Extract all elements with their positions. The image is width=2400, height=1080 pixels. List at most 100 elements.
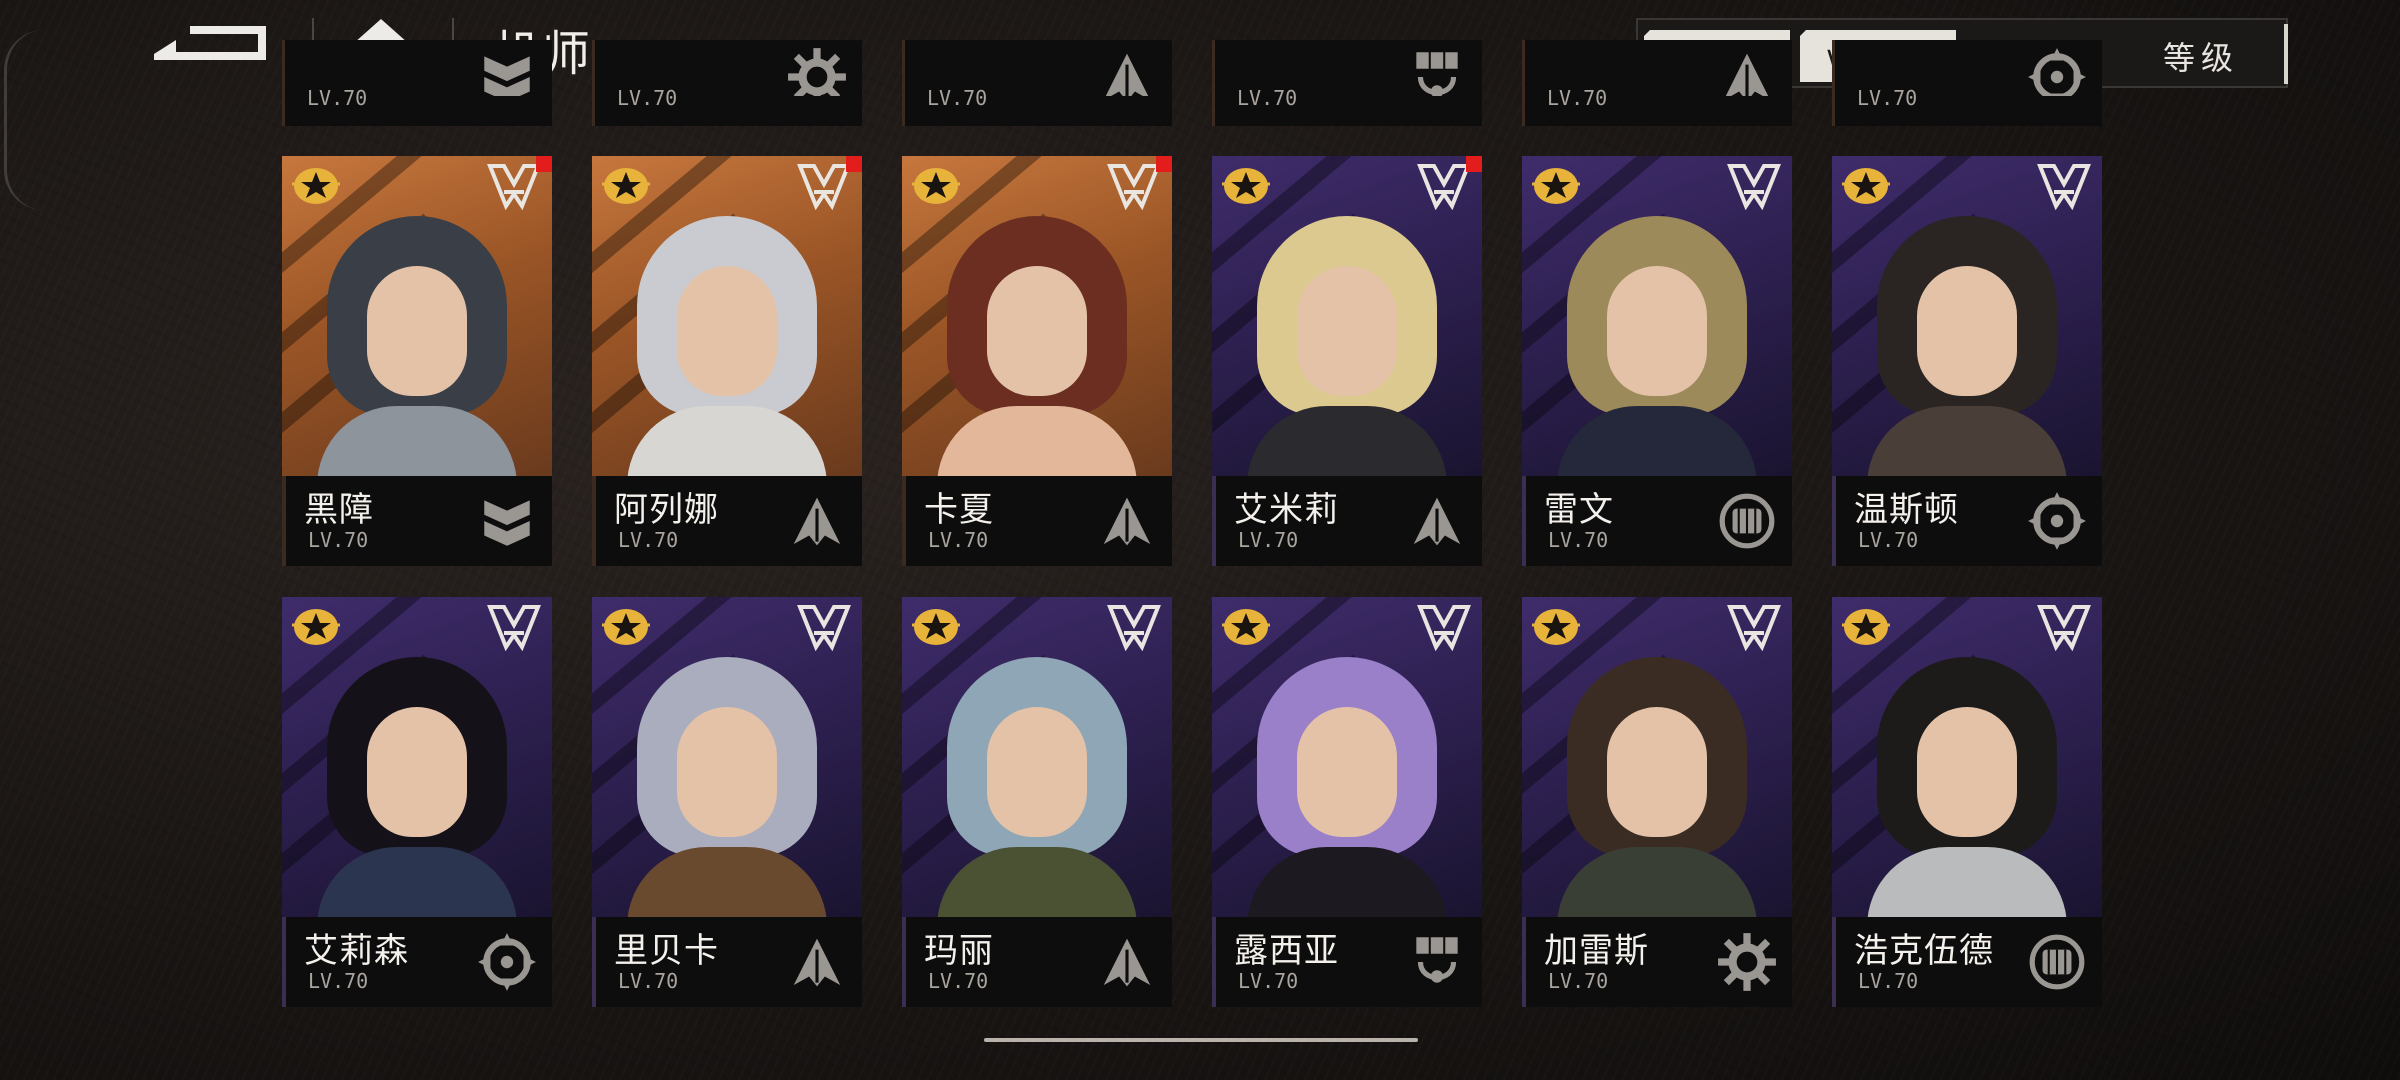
pilot-card-partial[interactable]: LV.70 bbox=[592, 40, 862, 126]
pilot-level: LV.70 bbox=[307, 86, 368, 110]
pilot-card[interactable]: 露西亚 LV.70 bbox=[1212, 597, 1482, 1007]
pilot-portrait bbox=[902, 597, 1172, 937]
pilot-portrait bbox=[1522, 597, 1792, 937]
rarity-icon bbox=[796, 162, 852, 210]
new-marker bbox=[1156, 156, 1172, 172]
pilot-name: 里贝卡 bbox=[614, 931, 719, 971]
figure-face bbox=[1917, 707, 2017, 837]
card-nameplate: LV.70 bbox=[1832, 40, 2102, 126]
wrench-icon bbox=[1716, 931, 1778, 993]
pilot-card-partial[interactable]: LV.70 bbox=[1522, 40, 1792, 126]
pilot-card[interactable]: 卡夏 LV.70 bbox=[902, 156, 1172, 566]
pilot-level: LV.70 bbox=[1548, 969, 1609, 993]
card-nameplate: 阿列娜 LV.70 bbox=[592, 476, 862, 566]
card-nameplate: 雷文 LV.70 bbox=[1522, 476, 1792, 566]
card-nameplate: 玛丽 LV.70 bbox=[902, 917, 1172, 1007]
arrowhead-icon bbox=[1096, 46, 1158, 96]
pilot-figure bbox=[1237, 196, 1457, 496]
pilot-level: LV.70 bbox=[1547, 86, 1608, 110]
pilot-name: 艾莉森 bbox=[304, 931, 409, 971]
pilot-name: 温斯顿 bbox=[1854, 490, 1959, 530]
pilot-card[interactable]: 里贝卡 LV.70 bbox=[592, 597, 862, 1007]
pilot-card-partial[interactable]: LV.70 bbox=[902, 40, 1172, 126]
new-marker bbox=[536, 156, 552, 172]
pilot-figure bbox=[617, 196, 837, 496]
pilot-level: LV.70 bbox=[1237, 86, 1298, 110]
pilot-level: LV.70 bbox=[1857, 86, 1918, 110]
pilot-level: LV.70 bbox=[618, 528, 679, 552]
figure-face bbox=[367, 266, 467, 396]
star-rank-icon bbox=[1222, 166, 1270, 206]
pilot-name: 加雷斯 bbox=[1544, 931, 1649, 971]
pilot-level: LV.70 bbox=[1548, 528, 1609, 552]
scroll-indicator bbox=[984, 1038, 1418, 1042]
back-arrow-icon bbox=[154, 26, 266, 60]
pilot-level: LV.70 bbox=[928, 969, 989, 993]
pilot-card-partial[interactable]: LV.70 bbox=[1832, 40, 2102, 126]
pilot-card[interactable]: 黑障 LV.70 bbox=[282, 156, 552, 566]
star-rank-icon bbox=[1532, 607, 1580, 647]
pilot-card[interactable]: 阿列娜 LV.70 bbox=[592, 156, 862, 566]
pilot-level: LV.70 bbox=[928, 528, 989, 552]
figure-face bbox=[1297, 266, 1397, 396]
card-nameplate: LV.70 bbox=[902, 40, 1172, 126]
pilot-portrait bbox=[1832, 597, 2102, 937]
pilot-portrait bbox=[1522, 156, 1792, 496]
star-rank-icon bbox=[1842, 607, 1890, 647]
card-nameplate: 浩克伍德 LV.70 bbox=[1832, 917, 2102, 1007]
card-nameplate: 艾莉森 LV.70 bbox=[282, 917, 552, 1007]
rarity-icon bbox=[796, 603, 852, 651]
star-rank-icon bbox=[292, 166, 340, 206]
pilot-card-partial[interactable]: LV.70 bbox=[282, 40, 552, 126]
filter-bar-edge bbox=[2284, 24, 2288, 84]
pilot-portrait bbox=[1212, 597, 1482, 937]
card-nameplate: 卡夏 LV.70 bbox=[902, 476, 1172, 566]
pilot-card-partial[interactable]: LV.70 bbox=[1212, 40, 1482, 126]
pilot-card[interactable]: 温斯顿 LV.70 bbox=[1832, 156, 2102, 566]
pilot-portrait bbox=[282, 597, 552, 937]
crosshair-icon bbox=[476, 931, 538, 993]
bomb-icon bbox=[1406, 46, 1468, 96]
pilot-name: 浩克伍德 bbox=[1854, 931, 1994, 971]
pilot-name: 艾米莉 bbox=[1234, 490, 1339, 530]
pilot-card[interactable]: 加雷斯 LV.70 bbox=[1522, 597, 1792, 1007]
pilot-name: 玛丽 bbox=[924, 931, 994, 971]
pilot-figure bbox=[1237, 637, 1457, 937]
card-nameplate: LV.70 bbox=[592, 40, 862, 126]
arrowhead-icon bbox=[1406, 490, 1468, 552]
pilot-name: 阿列娜 bbox=[614, 490, 719, 530]
star-rank-icon bbox=[292, 607, 340, 647]
card-nameplate: 黑障 LV.70 bbox=[282, 476, 552, 566]
pilot-figure bbox=[1857, 637, 2077, 937]
pilot-card[interactable]: 浩克伍德 LV.70 bbox=[1832, 597, 2102, 1007]
pilot-name: 露西亚 bbox=[1234, 931, 1339, 971]
star-rank-icon bbox=[602, 166, 650, 206]
pilot-portrait bbox=[1832, 156, 2102, 496]
pilot-card[interactable]: 艾米莉 LV.70 bbox=[1212, 156, 1482, 566]
star-rank-icon bbox=[602, 607, 650, 647]
bomb-icon bbox=[1406, 931, 1468, 993]
card-nameplate: 艾米莉 LV.70 bbox=[1212, 476, 1482, 566]
arrowhead-icon bbox=[786, 490, 848, 552]
figure-face bbox=[1607, 707, 1707, 837]
level-sort-button[interactable]: 等级 bbox=[2126, 30, 2276, 82]
wrench-icon bbox=[786, 46, 848, 96]
pilot-portrait bbox=[902, 156, 1172, 496]
pilot-level: LV.70 bbox=[617, 86, 678, 110]
pilot-card[interactable]: 玛丽 LV.70 bbox=[902, 597, 1172, 1007]
pilot-figure bbox=[927, 196, 1147, 496]
rarity-icon bbox=[1106, 603, 1162, 651]
pilot-card[interactable]: 雷文 LV.70 bbox=[1522, 156, 1792, 566]
figure-face bbox=[1917, 266, 2017, 396]
star-rank-icon bbox=[912, 607, 960, 647]
arrowhead-icon bbox=[1096, 490, 1158, 552]
pilot-level: LV.70 bbox=[1858, 969, 1919, 993]
rarity-icon bbox=[2036, 162, 2092, 210]
shield-icon bbox=[476, 46, 538, 96]
back-button[interactable] bbox=[150, 18, 272, 68]
pilot-card[interactable]: 艾莉森 LV.70 bbox=[282, 597, 552, 1007]
pilot-name: 黑障 bbox=[304, 490, 374, 530]
card-nameplate: 温斯顿 LV.70 bbox=[1832, 476, 2102, 566]
crosshair-icon bbox=[2026, 46, 2088, 96]
fist-icon bbox=[1716, 490, 1778, 552]
